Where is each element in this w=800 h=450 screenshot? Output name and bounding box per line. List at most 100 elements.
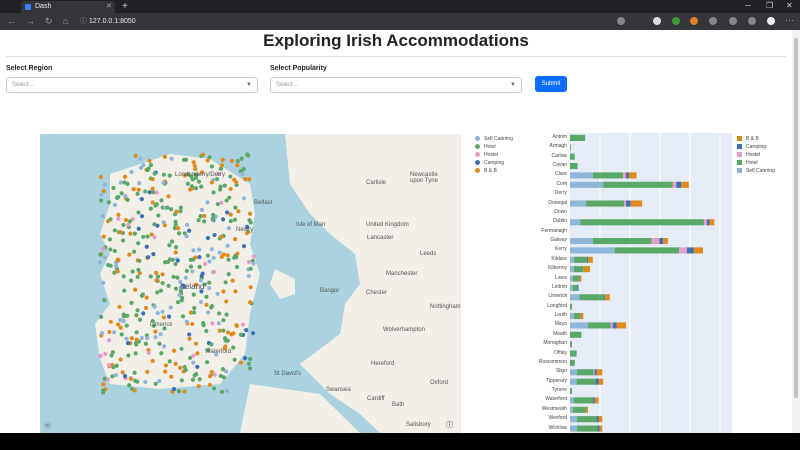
back-icon[interactable]: ← [7, 16, 16, 27]
map-point[interactable] [139, 197, 144, 202]
map-point[interactable] [175, 275, 180, 280]
map-point[interactable] [112, 248, 117, 254]
map-point[interactable] [141, 234, 146, 239]
map-point[interactable] [197, 247, 202, 252]
bar-segment[interactable] [612, 322, 617, 329]
map-point[interactable] [161, 172, 166, 177]
map-point[interactable] [191, 310, 197, 315]
map-point[interactable] [251, 254, 256, 259]
bar-segment[interactable] [599, 425, 603, 432]
scrollbar-thumb[interactable] [794, 38, 798, 398]
bar-segment[interactable] [679, 247, 687, 254]
maximize-icon[interactable]: ❐ [766, 1, 773, 10]
map-point[interactable] [106, 362, 112, 368]
bar-segment[interactable] [570, 369, 577, 376]
map-point[interactable] [158, 332, 163, 337]
bar-segment[interactable] [573, 313, 581, 320]
attribution-info-icon[interactable]: ⓘ [446, 420, 453, 430]
map-point[interactable] [163, 369, 168, 374]
map-point[interactable] [136, 267, 141, 273]
bar-segment[interactable] [570, 219, 581, 226]
map-point[interactable] [129, 169, 134, 175]
map-point[interactable] [247, 211, 253, 216]
map-point[interactable] [97, 260, 103, 265]
map-point[interactable] [118, 180, 123, 185]
bar-segment[interactable] [703, 219, 707, 226]
map-point[interactable] [141, 163, 146, 168]
map-point[interactable] [129, 300, 134, 305]
map-point[interactable] [220, 217, 226, 222]
map-point[interactable] [120, 370, 125, 375]
map-point[interactable] [114, 264, 119, 269]
map-point[interactable] [176, 226, 181, 231]
map-point[interactable] [221, 318, 226, 323]
map-point[interactable] [183, 275, 188, 280]
map-point[interactable] [98, 174, 103, 180]
bar-segment[interactable] [592, 238, 652, 245]
map-point[interactable] [209, 342, 214, 347]
map-point[interactable] [173, 250, 178, 255]
bar-segment[interactable] [598, 416, 603, 423]
map-point[interactable] [209, 247, 214, 252]
bar-segment[interactable] [576, 416, 597, 423]
map-point[interactable] [248, 220, 253, 225]
map-point[interactable] [154, 202, 159, 207]
map-point[interactable] [250, 330, 256, 336]
map-point[interactable] [167, 173, 172, 178]
bar-segment[interactable] [630, 200, 643, 207]
map-point[interactable] [107, 237, 113, 242]
map-point[interactable] [106, 200, 111, 205]
map-point[interactable] [247, 300, 253, 305]
map-point[interactable] [185, 181, 191, 186]
map-point[interactable] [232, 357, 237, 362]
map-point[interactable] [196, 218, 201, 223]
map-point[interactable] [212, 386, 217, 391]
map-point[interactable] [108, 263, 113, 268]
accommodation-map[interactable]: Carlisle Newcastle upon Tyne Isle of Man Un… [40, 134, 461, 433]
map-point[interactable] [112, 330, 117, 335]
bar-segment[interactable] [570, 388, 572, 395]
map-point[interactable] [114, 195, 120, 200]
map-point[interactable] [199, 184, 204, 189]
map-point[interactable] [122, 288, 127, 293]
bar-segment[interactable] [570, 144, 571, 151]
map-point[interactable] [112, 228, 117, 233]
map-point[interactable] [201, 323, 206, 328]
map-point[interactable] [101, 234, 106, 239]
map-point[interactable] [147, 158, 152, 164]
profile-avatar[interactable] [767, 17, 775, 25]
bar-segment[interactable] [570, 294, 580, 301]
bar-segment[interactable] [651, 238, 660, 245]
map-point[interactable] [158, 288, 164, 293]
bar-segment[interactable] [596, 369, 603, 376]
map-point[interactable] [223, 338, 228, 343]
map-point[interactable] [102, 298, 107, 303]
map-point[interactable] [152, 304, 157, 309]
map-point[interactable] [199, 273, 204, 278]
map-point[interactable] [228, 186, 233, 192]
map-point[interactable] [173, 219, 178, 224]
map-point[interactable] [146, 255, 151, 260]
map-point[interactable] [216, 321, 221, 326]
map-point[interactable] [121, 274, 126, 279]
bar-segment[interactable] [576, 425, 598, 432]
map-point[interactable] [210, 216, 215, 221]
extension-icon[interactable] [653, 17, 661, 25]
map-point[interactable] [102, 255, 107, 260]
map-point[interactable] [219, 200, 224, 205]
map-point[interactable] [152, 171, 157, 176]
map-point[interactable] [114, 363, 119, 368]
legend-item[interactable]: Hotel [737, 159, 775, 167]
map-point[interactable] [160, 272, 165, 277]
map-point[interactable] [233, 237, 238, 242]
bar-segment[interactable] [583, 266, 590, 273]
map-point[interactable] [102, 376, 107, 381]
bar-segment[interactable] [579, 275, 582, 282]
map-point[interactable] [146, 350, 151, 355]
map-point[interactable] [124, 336, 129, 341]
bar-chart-plot[interactable] [570, 133, 732, 433]
map-point[interactable] [116, 216, 121, 221]
map-point[interactable] [162, 260, 168, 265]
map-point[interactable] [179, 346, 184, 351]
map-point[interactable] [230, 278, 235, 283]
